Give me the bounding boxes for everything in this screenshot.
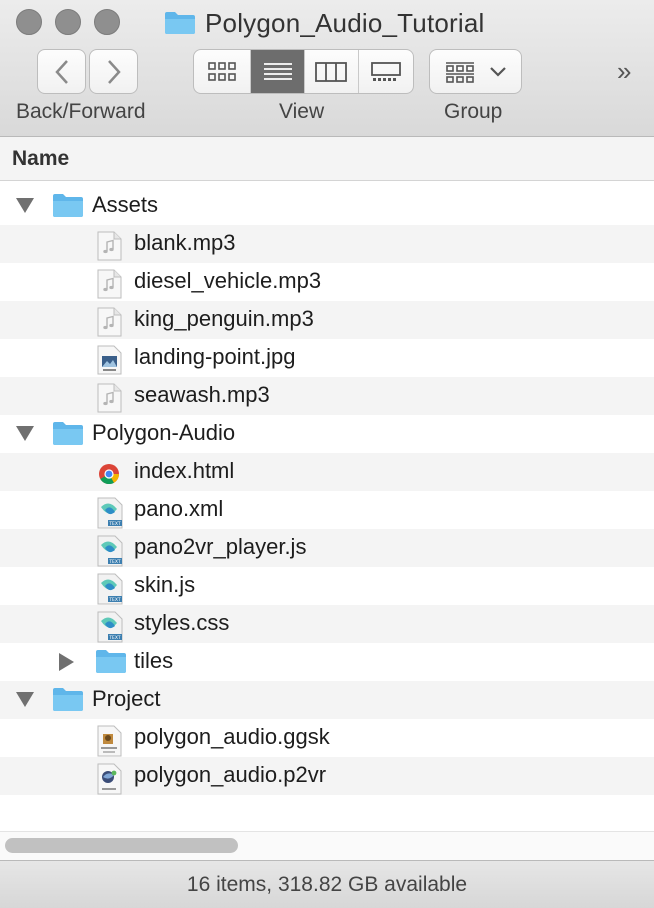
toolbar-area: Polygon_Audio_Tutorial Back/Forward View… (0, 0, 654, 137)
window-title: Polygon_Audio_Tutorial (164, 6, 485, 40)
list-item-name: index.html (134, 458, 235, 483)
close-window-button[interactable] (16, 9, 42, 35)
folder-icon (52, 687, 84, 717)
folder-icon (52, 193, 84, 223)
audio-file-icon (95, 231, 123, 266)
status-bar: 16 items, 318.82 GB available (0, 860, 654, 908)
back-button[interactable] (37, 49, 86, 94)
toolbar-overflow-button[interactable]: » (617, 56, 632, 87)
forward-button[interactable] (89, 49, 138, 94)
list-item-name: skin.js (134, 572, 196, 597)
list-item-name: seawash.mp3 (134, 382, 270, 407)
list-item[interactable]: polygon_audio.ggsk (0, 719, 654, 757)
folder-icon (52, 421, 84, 451)
svg-text:TEXT: TEXT (108, 597, 121, 603)
list-item-name: tiles (134, 648, 174, 673)
gallery-view-button[interactable] (359, 50, 413, 93)
list-item-name: Assets (92, 192, 159, 217)
list-item[interactable]: king_penguin.mp3 (0, 301, 654, 339)
chevron-down-icon (489, 66, 506, 77)
list-item-name: landing-point.jpg (134, 344, 296, 369)
group-grid-icon (445, 61, 474, 83)
list-item-name: pano2vr_player.js (134, 534, 307, 559)
svg-text:TEXT: TEXT (108, 521, 121, 527)
chevron-left-icon (54, 59, 68, 84)
list-item-name: Project (92, 686, 161, 711)
finder-window: Polygon_Audio_Tutorial Back/Forward View… (0, 0, 654, 908)
view-mode-control (193, 49, 414, 94)
list-view-button[interactable] (251, 50, 305, 93)
window-title-text: Polygon_Audio_Tutorial (205, 7, 485, 38)
group-label: Group (444, 100, 503, 123)
folder-icon (165, 12, 195, 34)
list-item-name: king_penguin.mp3 (134, 306, 314, 331)
list-item[interactable]: blank.mp3 (0, 225, 654, 263)
list-item-name: Polygon-Audio (92, 420, 236, 445)
list-item-name: polygon_audio.p2vr (134, 762, 327, 787)
back-forward-label: Back/Forward (16, 100, 146, 123)
audio-file-icon (95, 269, 123, 304)
view-label: View (279, 100, 325, 123)
list-item-name: styles.css (134, 610, 230, 635)
group-dropdown-button[interactable] (429, 49, 522, 94)
name-column-title: Name (12, 147, 70, 170)
folder-icon (95, 649, 127, 679)
list-item[interactable]: TEXT pano2vr_player.js (0, 529, 654, 567)
disclosure-open-icon[interactable] (16, 198, 34, 213)
list-item[interactable]: Assets (0, 187, 654, 225)
list-item[interactable]: Project (0, 681, 654, 719)
minimize-window-button[interactable] (55, 9, 81, 35)
columns-icon (315, 61, 348, 82)
list-item-name: diesel_vehicle.mp3 (134, 268, 322, 293)
audio-file-icon (95, 307, 123, 342)
group-dropdown-content (430, 50, 521, 93)
icon-view-button[interactable] (194, 50, 252, 93)
column-view-button[interactable] (305, 50, 359, 93)
disclosure-open-icon[interactable] (16, 692, 34, 707)
icon-grid-icon (208, 61, 237, 81)
chrome-html-file-icon (95, 459, 123, 494)
list-lines-icon (263, 62, 292, 80)
file-list: Assets blank.mp3 diesel_vehicle.mp3 king… (0, 187, 654, 795)
list-item[interactable]: TEXT styles.css (0, 605, 654, 643)
disclosure-open-icon[interactable] (16, 426, 34, 441)
zoom-window-button[interactable] (94, 9, 120, 35)
list-item[interactable]: seawash.mp3 (0, 377, 654, 415)
horizontal-scroll-thumb[interactable] (5, 838, 238, 853)
list-item[interactable]: tiles (0, 643, 654, 681)
list-item[interactable]: diesel_vehicle.mp3 (0, 263, 654, 301)
list-item[interactable]: Polygon-Audio (0, 415, 654, 453)
gallery-icon (370, 61, 401, 81)
svg-text:TEXT: TEXT (108, 635, 121, 641)
list-item-name: blank.mp3 (134, 230, 236, 255)
svg-text:TEXT: TEXT (108, 559, 121, 565)
list-item-name: pano.xml (134, 496, 224, 521)
audio-file-icon (95, 383, 123, 418)
status-text: 16 items, 318.82 GB available (186, 873, 468, 896)
list-item[interactable]: landing-point.jpg (0, 339, 654, 377)
name-column-header[interactable]: Name (0, 137, 654, 181)
list-item[interactable]: polygon_audio.p2vr (0, 757, 654, 795)
chevron-right-icon (107, 59, 121, 84)
list-item[interactable]: TEXT pano.xml (0, 491, 654, 529)
p2vr-document-icon (95, 763, 123, 800)
list-item[interactable]: TEXT skin.js (0, 567, 654, 605)
disclosure-closed-icon[interactable] (59, 653, 74, 671)
list-item[interactable]: index.html (0, 453, 654, 491)
list-item-name: polygon_audio.ggsk (134, 724, 330, 749)
image-file-icon (95, 345, 123, 380)
